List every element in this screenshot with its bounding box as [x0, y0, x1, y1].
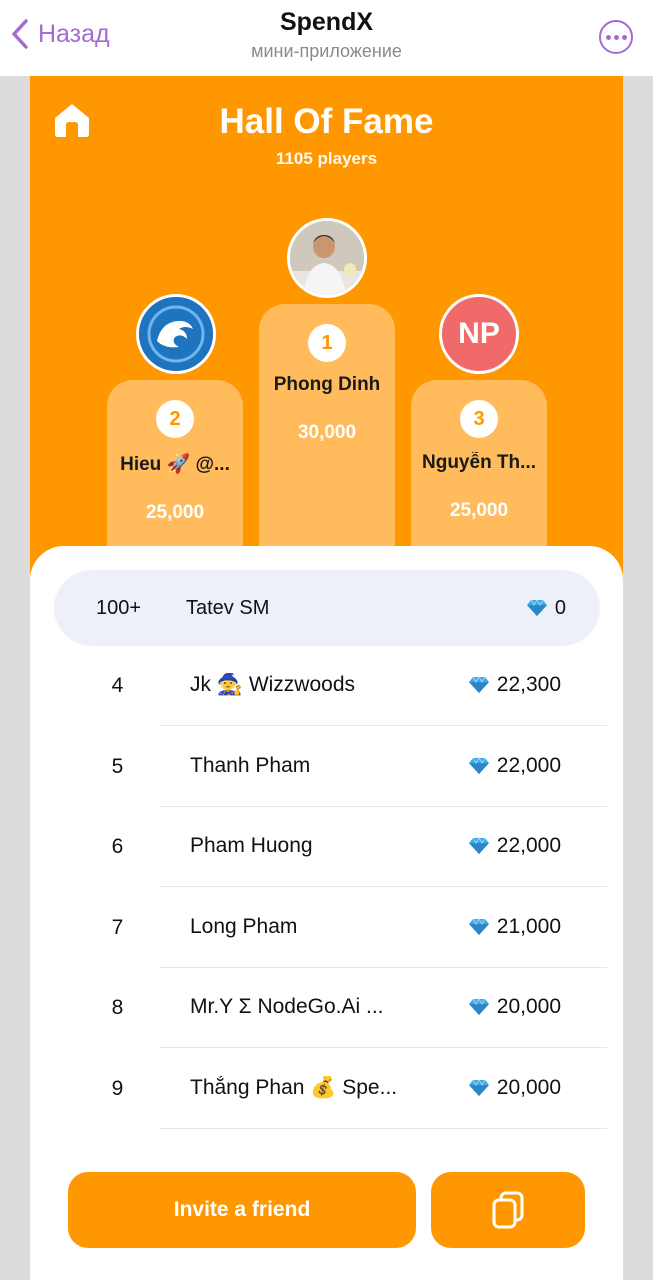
current-user-rank: 100+: [96, 596, 142, 619]
current-user-row[interactable]: 100+ Tatev SM 0: [54, 570, 600, 646]
gem-icon: [468, 1078, 489, 1096]
row-rank: 7: [111, 915, 124, 939]
table-row[interactable]: 5 Thanh Pham 22,000: [30, 727, 623, 807]
avatar-first[interactable]: [287, 218, 367, 298]
copy-link-button[interactable]: [431, 1172, 585, 1248]
podium-score: 25,000: [145, 502, 205, 523]
app-subtitle: мини-приложение: [251, 41, 402, 61]
current-user-name: Tatev SM: [186, 596, 270, 619]
gem-icon: [468, 998, 489, 1015]
podium-score: 25,000: [449, 500, 509, 521]
row-name: Long Pham: [190, 914, 298, 938]
page-title: Hall Of Fame: [219, 102, 434, 141]
current-user-score: 0: [526, 596, 600, 620]
invite-friend-button[interactable]: Invite a friend: [68, 1172, 416, 1248]
avatar-third[interactable]: NP: [439, 294, 519, 374]
row-score: 22,000: [468, 753, 561, 778]
row-score: 22,300: [468, 673, 561, 697]
row-rank: 8: [111, 996, 124, 1019]
row-score: 22,000: [468, 834, 561, 858]
table-row[interactable]: 9 Thắng Phan 💰 Spe... 20,000: [30, 1049, 623, 1129]
hall-of-fame-banner: Hall Of Fame 1105 players 2 Hieu 🚀 @... …: [30, 76, 623, 596]
row-rank: 5: [111, 754, 124, 778]
more-dots-icon[interactable]: [599, 20, 633, 54]
avatar-initials: NP: [458, 317, 500, 350]
leaderboard-list: 100+ Tatev SM 0 4 Jk 🧙 Wizzwoods 22,300 5 Th…: [30, 546, 623, 1280]
row-name: Mr.Y Σ NodeGo.Ai ...: [190, 995, 384, 1018]
podium-score: 30,000: [297, 422, 357, 443]
row-name: Thanh Pham: [190, 753, 311, 777]
row-score: 21,000: [468, 914, 561, 939]
rank-badge: 3: [460, 400, 498, 438]
gem-icon: [468, 676, 489, 693]
avatar-second[interactable]: [136, 294, 216, 374]
table-row[interactable]: 4 Jk 🧙 Wizzwoods 22,300: [30, 646, 623, 726]
podium-name: Nguyễn Th...: [422, 452, 536, 473]
row-score: 20,000: [468, 995, 561, 1019]
rank-badge: 1: [308, 324, 346, 362]
row-score: 20,000: [468, 1075, 561, 1100]
app-content: Hall Of Fame 1105 players 2 Hieu 🚀 @... …: [30, 76, 623, 1280]
score-value: 21,000: [496, 914, 561, 938]
gem-icon: [526, 599, 547, 616]
row-name: Pham Huong: [190, 834, 313, 857]
row-rank: 6: [111, 835, 124, 858]
table-row[interactable]: 8 Mr.Y Σ NodeGo.Ai ... 20,000: [30, 968, 623, 1048]
score-value: 22,000: [496, 834, 561, 857]
podium-name: Hieu 🚀 @...: [120, 454, 230, 475]
gem-icon: [468, 756, 489, 774]
score-value: 22,000: [496, 753, 561, 777]
gem-icon: [468, 837, 489, 854]
header-title-group: SpendX мини-приложение: [0, 8, 653, 62]
row-divider: [160, 1127, 607, 1129]
podium-name: Phong Dinh: [273, 374, 381, 395]
rank-badge: 2: [156, 400, 194, 438]
table-row[interactable]: 7 Long Pham 21,000: [30, 888, 623, 968]
row-name: Thắng Phan 💰 Spe...: [190, 1075, 398, 1099]
row-name: Jk 🧙 Wizzwoods: [190, 673, 356, 696]
wave-logo-icon: [139, 297, 213, 371]
players-count: 1105 players: [275, 149, 378, 168]
row-rank: 9: [111, 1076, 124, 1100]
copy-icon: [492, 1191, 524, 1229]
table-row[interactable]: 6 Pham Huong 22,000: [30, 807, 623, 887]
score-value: 0: [554, 596, 566, 619]
score-value: 22,300: [496, 673, 561, 696]
gem-icon: [468, 917, 489, 935]
user-photo-icon: [290, 221, 364, 295]
mini-app-header: Назад SpendX мини-приложение: [0, 0, 653, 76]
app-title: SpendX: [279, 8, 374, 36]
score-value: 20,000: [496, 995, 561, 1018]
score-value: 20,000: [496, 1075, 561, 1099]
row-rank: 4: [111, 674, 124, 697]
